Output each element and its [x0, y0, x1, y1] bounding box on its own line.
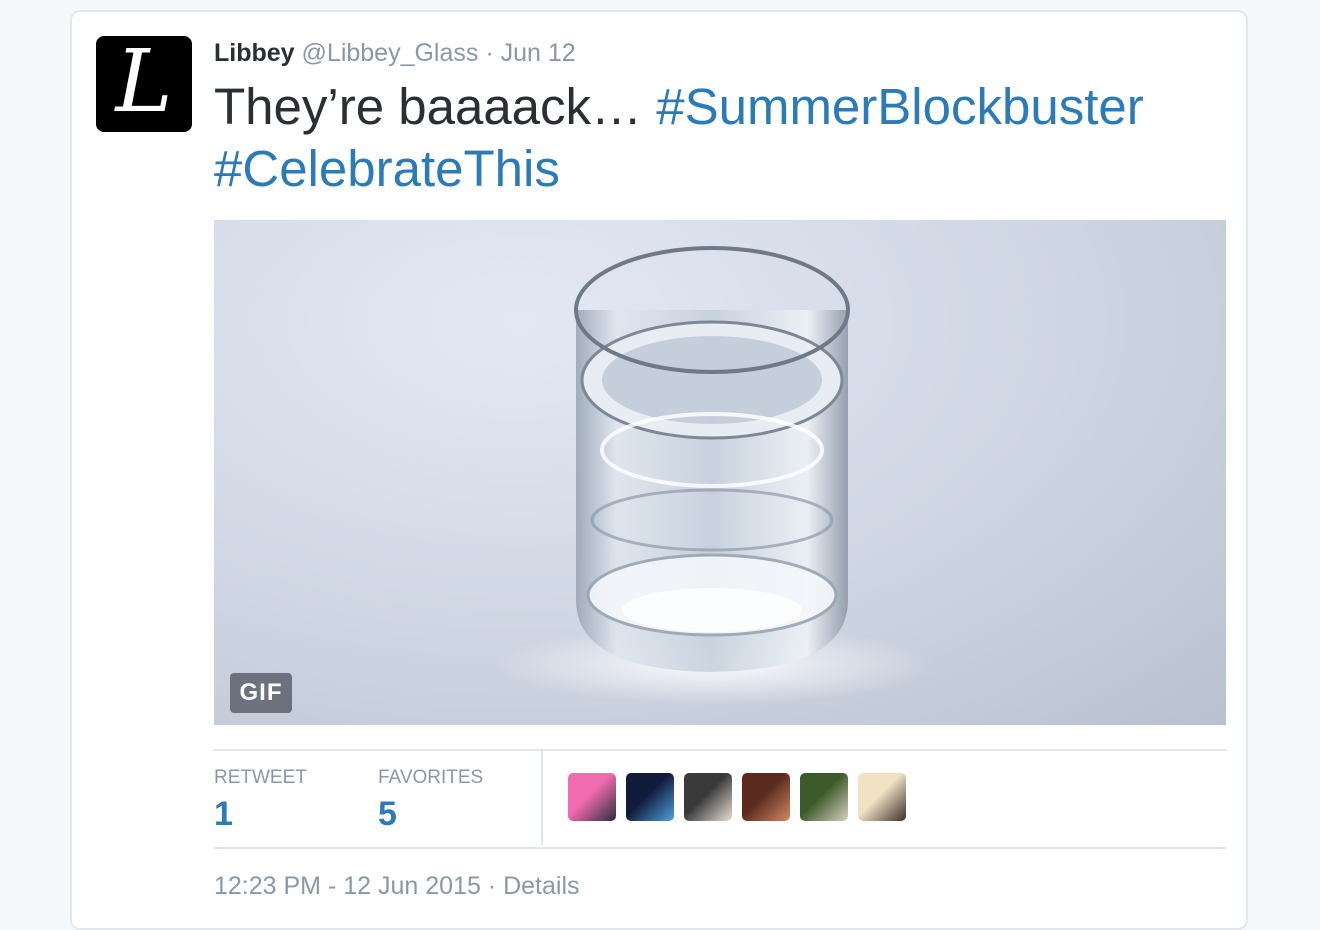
tweet-text-plain: They’re baaaack…: [214, 78, 657, 135]
avatar-logo-letter: L: [115, 36, 173, 132]
author-handle[interactable]: @Libbey_Glass: [302, 39, 479, 67]
gif-badge: GIF: [230, 673, 292, 713]
tweet-footer: 12:23 PM - 12 Jun 2015 · Details: [214, 872, 580, 901]
retweet-stat[interactable]: RETWEET 1: [214, 767, 307, 834]
favoriter-avatar-1[interactable]: [568, 773, 616, 821]
gif-media[interactable]: GIF: [214, 220, 1226, 725]
favoriter-avatar-4[interactable]: [742, 773, 790, 821]
tweet-header: Libbey @Libbey_Glass · Jun 12: [214, 38, 576, 68]
tweet-date[interactable]: Jun 12: [501, 39, 576, 67]
favorites-stat[interactable]: FAVORITES 5: [378, 767, 483, 834]
details-link[interactable]: Details: [503, 872, 579, 900]
favoriter-avatar-2[interactable]: [626, 773, 674, 821]
header-separator: ·: [485, 39, 494, 67]
favorites-count: 5: [378, 795, 397, 833]
favoriters-list: [568, 773, 906, 821]
tweet-timestamp[interactable]: 12:23 PM - 12 Jun 2015: [214, 872, 481, 900]
stats-divider: [541, 751, 543, 845]
tweet-card: L Libbey @Libbey_Glass · Jun 12 They’re …: [70, 10, 1248, 930]
glass-of-water-image: [494, 246, 934, 705]
tweet-stats: RETWEET 1 FAVORITES 5: [214, 749, 1226, 849]
favoriter-avatar-3[interactable]: [684, 773, 732, 821]
favoriter-avatar-6[interactable]: [858, 773, 906, 821]
retweet-label: RETWEET: [214, 767, 307, 788]
favorites-label: FAVORITES: [378, 767, 484, 788]
author-avatar[interactable]: L: [96, 36, 192, 132]
tweet-text: They’re baaaack… #SummerBlockbuster #Cel…: [214, 76, 1214, 200]
footer-separator: ·: [480, 872, 504, 900]
retweet-count: 1: [214, 795, 233, 833]
author-name[interactable]: Libbey: [214, 39, 295, 67]
hashtag-summerblockbuster[interactable]: #SummerBlockbuster: [656, 78, 1144, 135]
favoriter-avatar-5[interactable]: [800, 773, 848, 821]
hashtag-celebratethis[interactable]: #CelebrateThis: [214, 140, 560, 197]
